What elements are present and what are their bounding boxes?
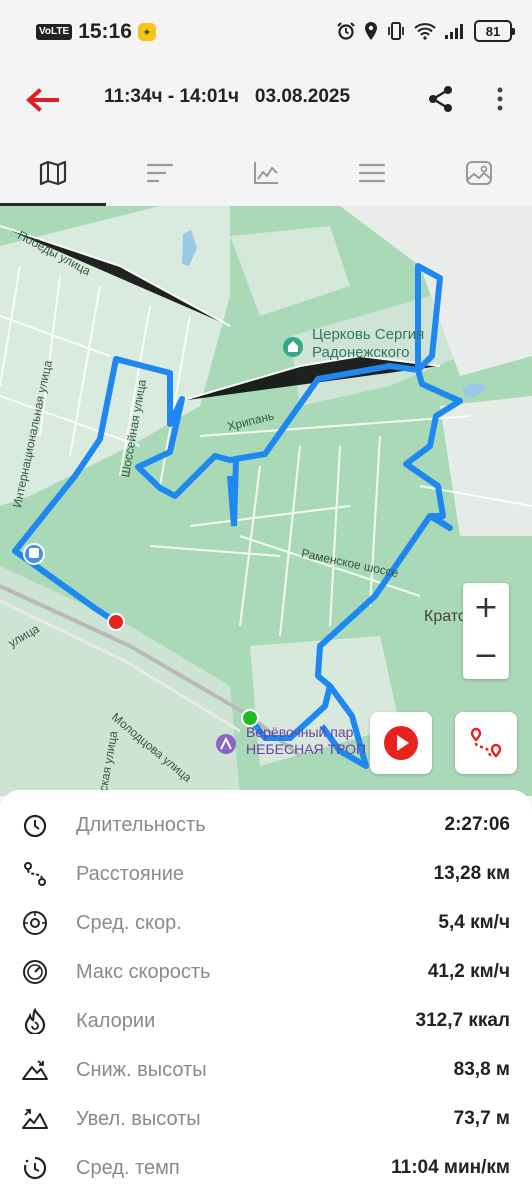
stat-label: Калории <box>76 1010 156 1032</box>
stat-row-avg-speed: Сред. скор. 5,4 км/ч <box>0 898 532 947</box>
route-distance-icon <box>20 859 50 889</box>
stat-row-max-speed: Макс скорость 41,2 км/ч <box>0 947 532 996</box>
stat-row-avg-pace: Сред. темп 11:04 мин/км <box>0 1143 532 1192</box>
more-vertical-icon <box>497 87 503 111</box>
status-bar: VoLTE 15:16 ✦ 81 <box>0 0 532 66</box>
app-header: 11:34ч - 14:01ч 03.08.2025 <box>0 66 532 132</box>
location-icon <box>365 22 377 40</box>
battery-indicator: 81 <box>474 20 515 42</box>
app-notification-icon: ✦ <box>137 23 156 41</box>
volte-indicator: VoLTE <box>36 24 73 40</box>
tab-laps[interactable] <box>106 140 212 206</box>
tab-map[interactable] <box>0 140 107 206</box>
tab-charts[interactable] <box>213 140 319 206</box>
route-track-branch <box>227 459 239 527</box>
park-label-line-2: НЕБЕСНАЯ ТРОП <box>246 741 367 757</box>
max-speed-icon <box>20 957 50 987</box>
zoom-in-button[interactable]: + <box>463 583 509 631</box>
stat-value: 13,28 км <box>433 863 510 884</box>
map-canvas <box>0 206 532 796</box>
stat-row-calories: Калории 312,7 ккал <box>0 996 532 1045</box>
bus-stop-icon <box>23 543 45 565</box>
line-chart-icon <box>254 162 279 184</box>
church-label: Церковь Сергия Радонежского <box>312 326 424 362</box>
wifi-icon <box>414 23 436 40</box>
stat-value: 312,7 ккал <box>415 1010 510 1031</box>
stat-label: Длительность <box>76 814 206 836</box>
tab-photos[interactable] <box>426 140 532 206</box>
stat-label: Расстояние <box>76 863 185 885</box>
battery-level: 81 <box>485 23 501 39</box>
church-label-line-2: Радонежского <box>312 344 410 361</box>
stat-value: 83,8 м <box>453 1059 510 1080</box>
photo-icon <box>465 161 492 185</box>
speedometer-icon <box>20 908 50 938</box>
map-icon <box>40 160 67 186</box>
stats-panel: Длительность 2:27:06 Расстояние 13,28 км… <box>0 790 532 1200</box>
stat-value: 11:04 мин/км <box>391 1157 510 1178</box>
status-time: 15:16 <box>78 20 132 43</box>
stat-value: 5,4 км/ч <box>438 912 510 933</box>
calories-flame-icon <box>20 1006 50 1036</box>
more-options-button[interactable] <box>486 80 514 118</box>
urban-area <box>230 226 350 316</box>
stat-value: 73,7 м <box>453 1108 510 1129</box>
ascent-icon <box>20 1104 50 1134</box>
vibrate-icon <box>388 22 404 40</box>
church-label-line-1: Церковь Сергия <box>312 326 425 343</box>
route-map[interactable]: Победы улица Интернациональная улица Шос… <box>0 206 532 796</box>
stat-label: Сниж. высоты <box>76 1059 207 1081</box>
tab-bar <box>0 140 532 206</box>
menu-lines-icon <box>359 163 386 183</box>
end-marker <box>107 613 125 631</box>
zoom-controls: + − <box>463 583 509 679</box>
status-bar-right: 81 <box>336 20 515 42</box>
sort-lines-icon <box>146 163 173 183</box>
share-icon <box>429 86 452 112</box>
status-bar-left: VoLTE 15:16 ✦ <box>36 20 156 44</box>
stat-value: 41,2 км/ч <box>427 961 510 982</box>
attraction-icon <box>216 734 236 754</box>
route-points-button[interactable] <box>455 712 517 774</box>
arrow-left-icon <box>26 88 59 112</box>
park-label: Верёвочный пар НЕБЕСНАЯ ТРОП <box>246 724 366 758</box>
replay-track-button[interactable] <box>370 712 432 774</box>
stat-label: Макс скорость <box>76 961 211 983</box>
track-time-title: 11:34ч - 14:01ч 03.08.2025 <box>104 86 351 107</box>
alarm-icon <box>337 22 355 40</box>
play-icon <box>384 726 418 760</box>
share-button[interactable] <box>422 80 460 118</box>
back-button[interactable] <box>22 80 62 120</box>
stat-row-distance: Расстояние 13,28 км <box>0 849 532 898</box>
stat-row-ascent: Увел. высоты 73,7 м <box>0 1094 532 1143</box>
stat-label: Сред. темп <box>76 1157 180 1179</box>
descent-icon <box>20 1055 50 1085</box>
stat-row-duration: Длительность 2:27:06 <box>0 800 532 849</box>
stat-label: Увел. высоты <box>76 1108 201 1130</box>
stat-label: Сред. скор. <box>76 912 182 934</box>
pace-timer-icon <box>20 1153 50 1183</box>
signal-icon <box>445 24 463 39</box>
tab-details[interactable] <box>319 140 425 206</box>
zoom-out-button[interactable]: − <box>463 631 509 679</box>
church-icon <box>283 337 303 357</box>
stat-row-descent: Сниж. высоты 83,8 м <box>0 1045 532 1094</box>
stopwatch-icon <box>20 810 50 840</box>
stat-value: 2:27:06 <box>444 814 511 835</box>
route-points-icon <box>470 727 502 758</box>
park-label-line-1: Верёвочный пар <box>246 724 354 740</box>
water-body <box>462 383 487 397</box>
